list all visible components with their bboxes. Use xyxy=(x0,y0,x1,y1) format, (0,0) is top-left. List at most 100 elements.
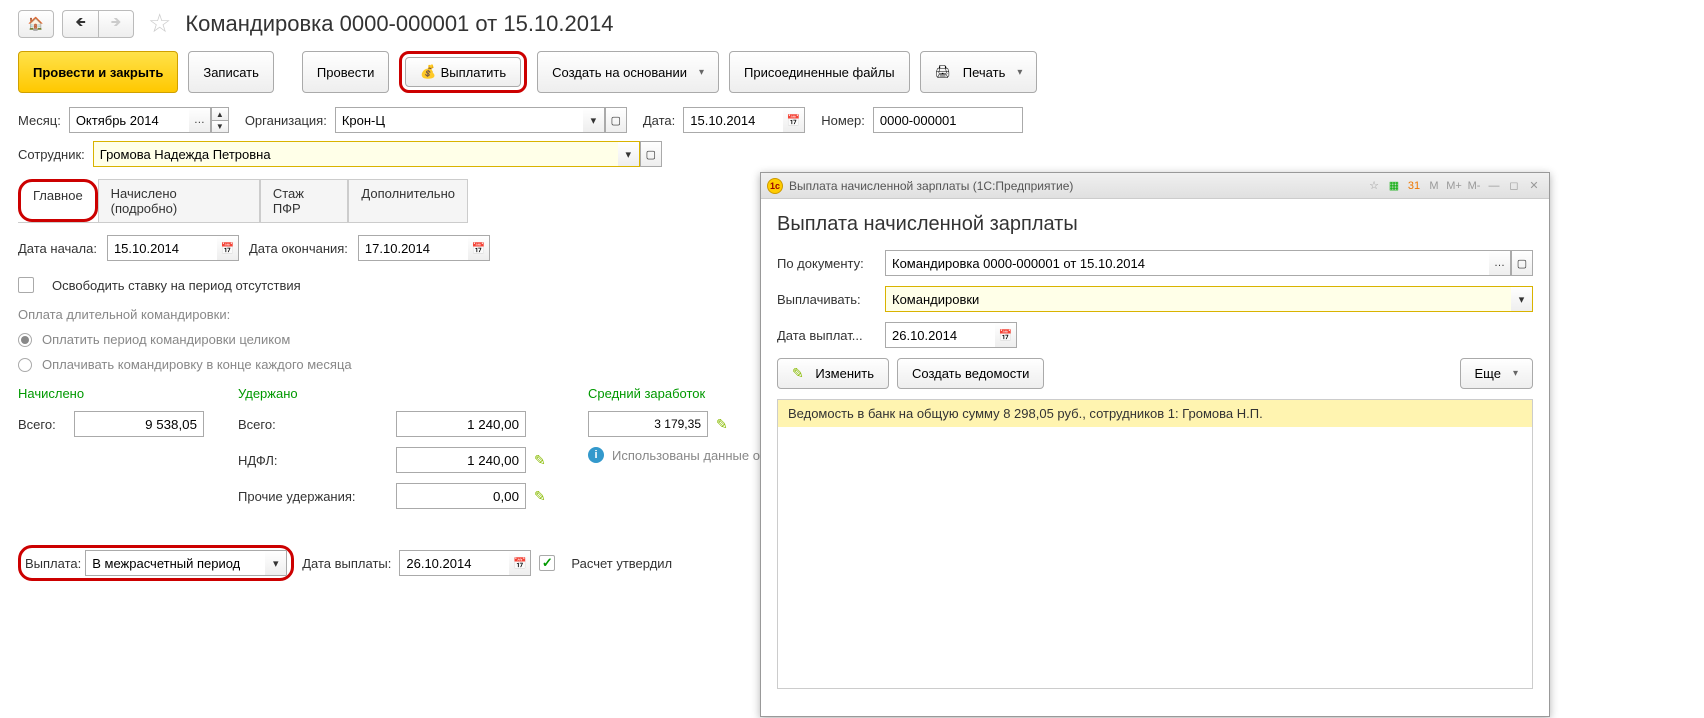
other-withheld-input[interactable] xyxy=(396,483,526,509)
app-logo-icon: 1c xyxy=(767,178,783,194)
date-calendar-button[interactable]: 📅 xyxy=(783,107,805,133)
org-open-button[interactable]: ▢ xyxy=(605,107,627,133)
org-label: Организация: xyxy=(245,113,327,128)
withheld-total-input[interactable] xyxy=(396,411,526,437)
payment-mode-dropdown[interactable]: ▾ xyxy=(265,550,287,576)
month-input[interactable] xyxy=(69,107,189,133)
month-spinner[interactable]: ▲▼ xyxy=(211,107,229,133)
accrued-total-label: Всего: xyxy=(18,417,66,432)
withheld-total-label: Всего: xyxy=(238,417,388,432)
dialog-calc-icon[interactable]: ▦ xyxy=(1385,177,1403,195)
number-input[interactable] xyxy=(873,107,1023,133)
date-label: Дата: xyxy=(643,113,675,128)
date-start-input[interactable] xyxy=(107,235,217,261)
free-rate-label: Освободить ставку на период отсутствия xyxy=(52,278,301,293)
dialog-pay-input[interactable] xyxy=(885,286,1511,312)
dialog-heading: Выплата начисленной зарплаты xyxy=(777,213,1533,236)
post-button[interactable]: Провести xyxy=(302,51,390,93)
dialog-statements-list[interactable]: Ведомость в банк на общую сумму 8 298,05… xyxy=(777,399,1533,689)
tab-pfr[interactable]: Стаж ПФР xyxy=(260,179,349,222)
number-label: Номер: xyxy=(821,113,865,128)
radio-pay-monthly-label: Оплачивать командировку в конце каждого … xyxy=(42,357,352,372)
avg-earnings-heading: Средний заработок xyxy=(588,386,788,401)
attached-files-button[interactable]: Присоединенные файлы xyxy=(729,51,910,93)
list-item[interactable]: Ведомость в банк на общую сумму 8 298,05… xyxy=(778,400,1532,427)
radio-pay-full xyxy=(18,333,32,347)
payment-mode-input[interactable] xyxy=(85,550,265,576)
paydate-input[interactable] xyxy=(399,550,509,576)
dialog-mplus-icon[interactable]: M+ xyxy=(1445,177,1463,195)
dialog-paydate-input[interactable] xyxy=(885,322,995,348)
org-input[interactable] xyxy=(335,107,583,133)
other-withheld-label: Прочие удержания: xyxy=(238,489,388,504)
employee-label: Сотрудник: xyxy=(18,147,85,162)
month-ellipsis-button[interactable]: … xyxy=(189,107,211,133)
avg-note-text: Использованы данные о xyxy=(612,448,760,463)
employee-open-button[interactable]: ▢ xyxy=(640,141,662,167)
approved-checkbox[interactable] xyxy=(539,555,555,571)
save-button[interactable]: Записать xyxy=(188,51,274,93)
dialog-create-statements-button[interactable]: Создать ведомости xyxy=(897,358,1044,389)
month-label: Месяц: xyxy=(18,113,61,128)
dialog-doc-ellipsis[interactable]: … xyxy=(1489,250,1511,276)
dialog-cal-icon[interactable]: 31 xyxy=(1405,177,1423,195)
dialog-title: Выплата начисленной зарплаты (1С:Предпри… xyxy=(789,179,1359,193)
other-edit-icon[interactable]: ✎ xyxy=(534,488,546,505)
dialog-edit-button[interactable]: ✎ Изменить xyxy=(777,358,889,389)
avg-edit-icon[interactable]: ✎ xyxy=(716,416,728,433)
approved-label: Расчет утвердил xyxy=(571,556,672,571)
back-button[interactable]: 🡸 xyxy=(62,10,98,38)
date-end-input[interactable] xyxy=(358,235,468,261)
free-rate-checkbox[interactable] xyxy=(18,277,34,293)
dialog-doc-input[interactable] xyxy=(885,250,1489,276)
dialog-maximize-icon[interactable]: ◻ xyxy=(1505,177,1523,195)
dialog-mminus-icon[interactable]: M- xyxy=(1465,177,1483,195)
create-based-on-button[interactable]: Создать на основании xyxy=(537,51,719,93)
info-icon[interactable]: i xyxy=(588,447,604,463)
dialog-doc-open[interactable]: ▢ xyxy=(1511,250,1533,276)
dialog-more-button[interactable]: Еще xyxy=(1460,358,1533,389)
page-title: Командировка 0000-000001 от 15.10.2014 xyxy=(185,11,613,37)
date-start-calendar-button[interactable]: 📅 xyxy=(217,235,239,261)
forward-button[interactable]: 🡺 xyxy=(98,10,134,38)
pay-button[interactable]: 💰Выплатить xyxy=(405,57,521,87)
dialog-pay-dropdown[interactable]: ▾ xyxy=(1511,286,1533,312)
home-button[interactable]: 🏠 xyxy=(18,10,54,38)
accrued-heading: Начислено xyxy=(18,386,208,401)
date-end-label: Дата окончания: xyxy=(249,241,348,256)
dialog-close-icon[interactable]: ✕ xyxy=(1525,177,1543,195)
avg-earnings-input[interactable] xyxy=(588,411,708,437)
radio-pay-monthly xyxy=(18,358,32,372)
pay-button-highlight: 💰Выплатить xyxy=(399,51,527,93)
tab-accrued-detail[interactable]: Начислено (подробно) xyxy=(98,179,260,222)
tab-main[interactable]: Главное xyxy=(18,179,98,222)
pencil-icon: ✎ xyxy=(792,365,804,382)
paydate-calendar-button[interactable]: 📅 xyxy=(509,550,531,576)
post-and-close-button[interactable]: Провести и закрыть xyxy=(18,51,178,93)
dialog-star-icon[interactable]: ☆ xyxy=(1365,177,1383,195)
dialog-paydate-label: Дата выплат... xyxy=(777,328,877,343)
employee-input[interactable] xyxy=(93,141,618,167)
paydate-label: Дата выплаты: xyxy=(302,556,391,571)
org-dropdown-button[interactable]: ▾ xyxy=(583,107,605,133)
ndfl-edit-icon[interactable]: ✎ xyxy=(534,452,546,469)
money-icon: 💰 xyxy=(420,64,436,80)
favorite-star-icon[interactable]: ☆ xyxy=(148,8,171,39)
dialog-minimize-icon[interactable]: — xyxy=(1485,177,1503,195)
date-input[interactable] xyxy=(683,107,783,133)
tab-extra[interactable]: Дополнительно xyxy=(348,179,468,222)
radio-pay-full-label: Оплатить период командировки целиком xyxy=(42,332,290,347)
dialog-pay-label: Выплачивать: xyxy=(777,292,877,307)
withheld-heading: Удержано xyxy=(238,386,558,401)
dialog-paydate-calendar[interactable]: 📅 xyxy=(995,322,1017,348)
employee-dropdown-button[interactable]: ▾ xyxy=(618,141,640,167)
print-button[interactable]: 🖨 Печать xyxy=(920,51,1038,93)
dialog-m-icon[interactable]: M xyxy=(1425,177,1443,195)
ndfl-input[interactable] xyxy=(396,447,526,473)
payout-dialog: 1c Выплата начисленной зарплаты (1С:Пред… xyxy=(760,172,1550,717)
payment-highlight: Выплата: ▾ xyxy=(18,545,294,581)
accrued-total-input[interactable] xyxy=(74,411,204,437)
date-end-calendar-button[interactable]: 📅 xyxy=(468,235,490,261)
payment-label: Выплата: xyxy=(25,556,81,571)
date-start-label: Дата начала: xyxy=(18,241,97,256)
